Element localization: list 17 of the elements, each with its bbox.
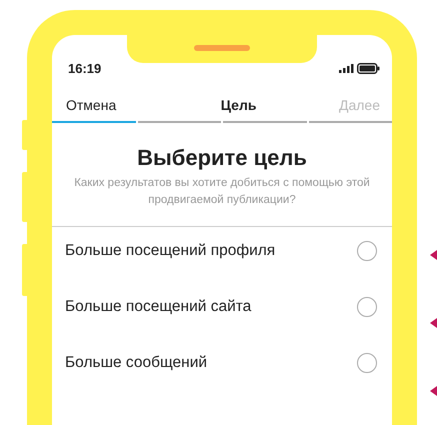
option-label: Больше сообщений bbox=[65, 354, 208, 372]
option-label: Больше посещений сайта bbox=[65, 298, 252, 316]
heading: Выберите цель bbox=[136, 145, 308, 171]
speaker-icon bbox=[194, 45, 250, 51]
pointer-icon bbox=[430, 318, 437, 328]
signal-icon bbox=[339, 64, 354, 72]
radio-button[interactable] bbox=[357, 353, 377, 373]
radio-button[interactable] bbox=[357, 241, 377, 261]
cancel-button[interactable]: Отмена bbox=[66, 97, 116, 113]
status-time: 16:19 bbox=[68, 60, 102, 76]
radio-button[interactable] bbox=[357, 297, 377, 317]
screen-title: Цель bbox=[220, 97, 256, 113]
subtitle: Каких результатов вы хотите добиться с помощью этой продвигаемой публикации? bbox=[73, 176, 371, 208]
pointer-icon bbox=[430, 250, 437, 260]
battery-icon bbox=[357, 62, 380, 74]
option-label: Больше посещений профиля bbox=[65, 242, 276, 260]
pointer-icon bbox=[430, 386, 437, 396]
